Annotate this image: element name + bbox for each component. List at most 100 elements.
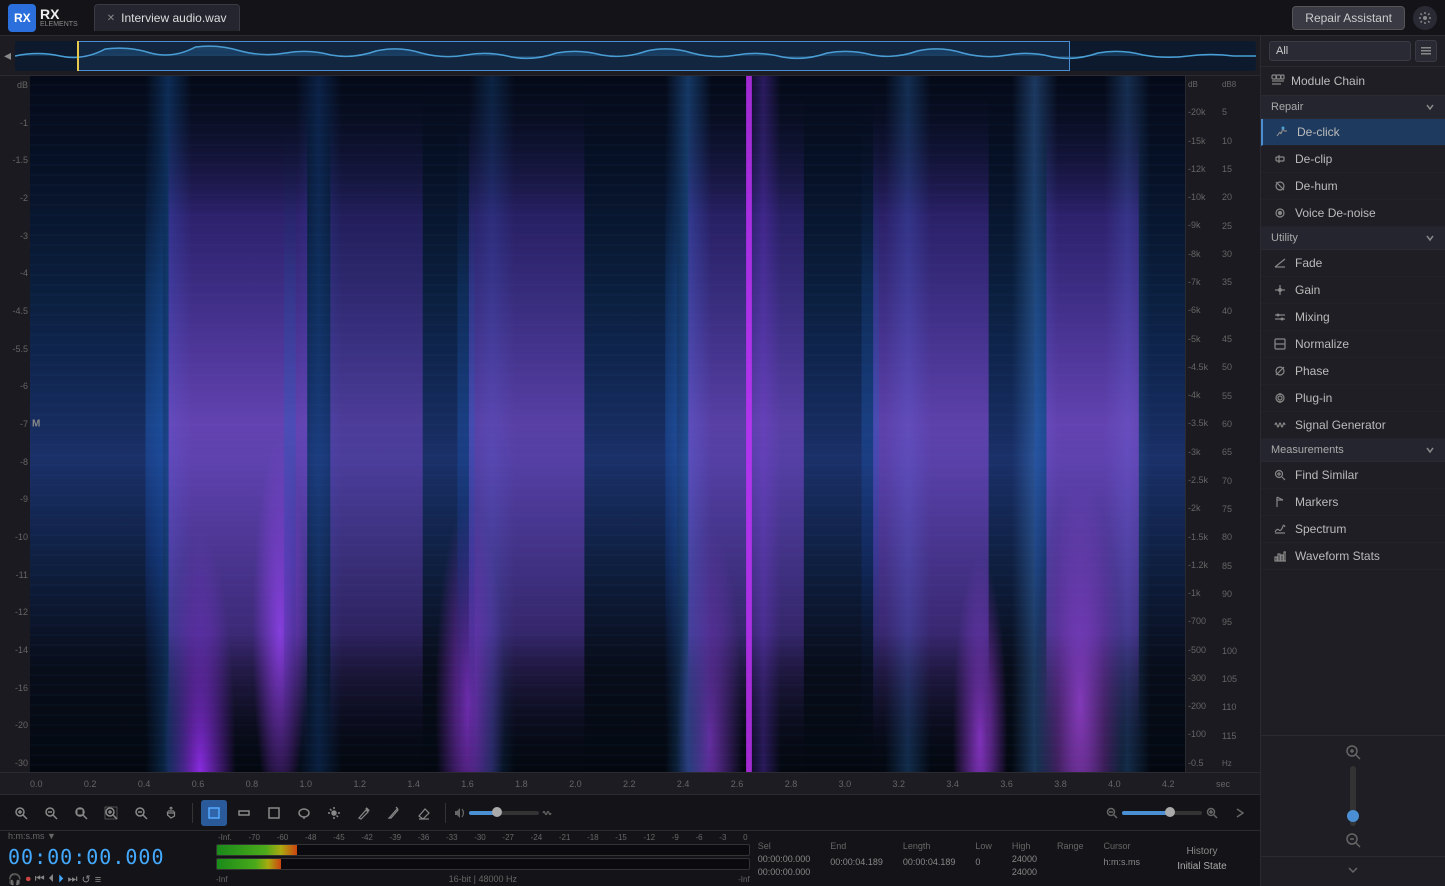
hz-scale-right: dB8 5 10 15 20 25 30 35 40 45 50 55 60 6… xyxy=(1220,76,1260,772)
logo-area: RX RX ELEMENTS xyxy=(8,4,78,32)
record-icon[interactable]: ⏺ xyxy=(26,874,31,885)
zoom-out-button[interactable] xyxy=(38,800,64,826)
high-sel-value: 24000 xyxy=(1012,854,1037,864)
markers-label: Markers xyxy=(1295,495,1338,509)
svg-text:RX: RX xyxy=(14,11,31,25)
spectrogram-main[interactable]: M xyxy=(30,76,1185,772)
utility-chevron-icon xyxy=(1425,233,1435,243)
fade-label: Fade xyxy=(1295,256,1322,270)
sidebar-menu-button[interactable] xyxy=(1415,40,1437,62)
sel-start-value: 00:00:00.000 xyxy=(758,854,811,864)
loop-icon[interactable]: ↺ xyxy=(82,873,91,886)
sidebar-item-markers[interactable]: Markers xyxy=(1261,489,1445,516)
sidebar-item-normalize[interactable]: Normalize xyxy=(1261,331,1445,358)
magic-wand-button[interactable] xyxy=(321,800,347,826)
sidebar-item-spectrum[interactable]: Spectrum xyxy=(1261,516,1445,543)
low-value: 0 xyxy=(975,857,992,867)
skip-forward-icon[interactable]: ⏭ xyxy=(68,873,78,886)
sidebar-expand-button[interactable] xyxy=(1261,856,1445,886)
de-hum-label: De-hum xyxy=(1295,179,1338,193)
zoom-plus-icon[interactable] xyxy=(1206,807,1218,819)
repair-section-label: Repair xyxy=(1271,101,1303,113)
history-state: Initial State xyxy=(1177,861,1226,872)
main-area: ◂ xyxy=(0,36,1445,886)
tab-close-icon[interactable]: ✕ xyxy=(107,13,115,24)
headphones-icon[interactable]: 🎧 xyxy=(8,873,22,886)
module-chain-button[interactable]: Module Chain xyxy=(1261,67,1445,96)
repair-section-header[interactable]: Repair xyxy=(1261,96,1445,119)
time-unit: h:m:s.ms xyxy=(1103,857,1140,867)
zoom-fit-button[interactable] xyxy=(98,800,124,826)
active-tab[interactable]: ✕ Interview audio.wav xyxy=(94,4,240,31)
repair-assistant-button[interactable]: Repair Assistant xyxy=(1292,6,1405,30)
logo-text-area: RX ELEMENTS xyxy=(40,7,78,28)
sidebar-zoom-controls xyxy=(1261,735,1445,856)
sidebar-item-waveform-stats[interactable]: Waveform Stats xyxy=(1261,543,1445,570)
overview-bar[interactable]: ◂ xyxy=(0,36,1260,76)
sidebar-item-gain[interactable]: Gain xyxy=(1261,277,1445,304)
play-back-icon[interactable]: ⏴ xyxy=(49,873,55,886)
meter-bar-L xyxy=(216,844,750,856)
measurements-section-label: Measurements xyxy=(1271,444,1344,456)
select-freq-button[interactable] xyxy=(231,800,257,826)
time-marks: 0.0 0.2 0.4 0.6 0.8 1.0 1.2 1.4 1.6 1.8 … xyxy=(30,779,1230,789)
meter-scale: -Inf. -70 -60 -48 -45 -42 -39 -36 -33 -3… xyxy=(216,833,750,842)
zoom-slider[interactable] xyxy=(1122,811,1202,815)
settings-icon[interactable] xyxy=(1413,6,1437,30)
measurements-chevron-icon xyxy=(1425,445,1435,455)
zoom-out-sidebar-icon[interactable] xyxy=(1345,832,1361,848)
sidebar-item-plug-in[interactable]: Plug-in xyxy=(1261,385,1445,412)
zoom-in-button[interactable] xyxy=(8,800,34,826)
overview-arrow: ◂ xyxy=(4,47,11,64)
db-scale-left: dB -1 -1.5 -2 -3 -4 -4.5 -5.5 -6 -7 -8 -… xyxy=(0,76,30,772)
expand-button[interactable] xyxy=(1226,800,1252,826)
time-format-label[interactable]: h:m:s.ms ▼ xyxy=(8,831,56,841)
select-time-button[interactable] xyxy=(201,800,227,826)
select-rect-button[interactable] xyxy=(261,800,287,826)
paint-button[interactable] xyxy=(381,800,407,826)
volume-icon xyxy=(454,807,466,819)
play-icon[interactable]: ⏵ xyxy=(58,873,64,886)
stats-section: Sel 00:00:00.000 00:00:00.000 End 00:00:… xyxy=(758,841,1140,877)
logo-subtitle: ELEMENTS xyxy=(40,21,78,28)
skip-back-icon[interactable]: ⏮ xyxy=(35,873,45,886)
sidebar-item-phase[interactable]: Phase xyxy=(1261,358,1445,385)
sidebar-item-fade[interactable]: Fade xyxy=(1261,250,1445,277)
volume-slider[interactable] xyxy=(469,811,539,815)
sidebar-item-voice-de-noise[interactable]: Voice De-noise xyxy=(1261,200,1445,227)
sidebar-item-de-hum[interactable]: De-hum xyxy=(1261,173,1445,200)
de-clip-icon xyxy=(1273,152,1287,166)
overview-waveform[interactable] xyxy=(15,41,1256,71)
measurements-section-header[interactable]: Measurements xyxy=(1261,439,1445,462)
waveform-stats-icon xyxy=(1273,549,1287,563)
toolbar-separator-1 xyxy=(192,803,193,823)
select-lasso-button[interactable] xyxy=(291,800,317,826)
de-click-icon xyxy=(1275,125,1289,139)
utility-section-header[interactable]: Utility xyxy=(1261,227,1445,250)
sidebar-item-mixing[interactable]: Mixing xyxy=(1261,304,1445,331)
sidebar-item-de-clip[interactable]: De-clip xyxy=(1261,146,1445,173)
stat-col-high: High 24000 24000 xyxy=(1012,841,1037,877)
inf-label: -Inf xyxy=(216,875,228,884)
zoom-select-button[interactable] xyxy=(68,800,94,826)
sidebar-item-find-similar[interactable]: Find Similar xyxy=(1261,462,1445,489)
find-similar-label: Find Similar xyxy=(1295,468,1358,482)
transport-section: h:m:s.ms ▼ 00:00:00.000 🎧 ⏺ ⏮ ⏴ ⏵ ⏭ ↺ ≡ xyxy=(8,831,208,886)
high-view-value: 24000 xyxy=(1012,867,1037,877)
spectrogram-container[interactable]: dB -1 -1.5 -2 -3 -4 -4.5 -5.5 -6 -7 -8 -… xyxy=(0,76,1260,772)
zoom-minus-icon[interactable] xyxy=(1106,807,1118,819)
brush-button[interactable] xyxy=(351,800,377,826)
eraser-button[interactable] xyxy=(411,800,437,826)
spectrum-icon xyxy=(1273,522,1287,536)
zoom-in-sidebar-icon[interactable] xyxy=(1345,744,1361,760)
overview-viewport[interactable] xyxy=(77,41,1070,71)
sidebar-vertical-zoom-slider[interactable] xyxy=(1350,766,1356,826)
mixing-icon xyxy=(1273,310,1287,324)
pan-tool-button[interactable] xyxy=(158,800,184,826)
phase-label: Phase xyxy=(1295,364,1329,378)
menu-icon[interactable]: ≡ xyxy=(95,874,101,886)
sidebar-filter-select[interactable]: All xyxy=(1269,41,1411,61)
sidebar-item-signal-generator[interactable]: Signal Generator xyxy=(1261,412,1445,439)
zoom-reset-button[interactable] xyxy=(128,800,154,826)
sidebar-item-de-click[interactable]: De-click xyxy=(1261,119,1445,146)
